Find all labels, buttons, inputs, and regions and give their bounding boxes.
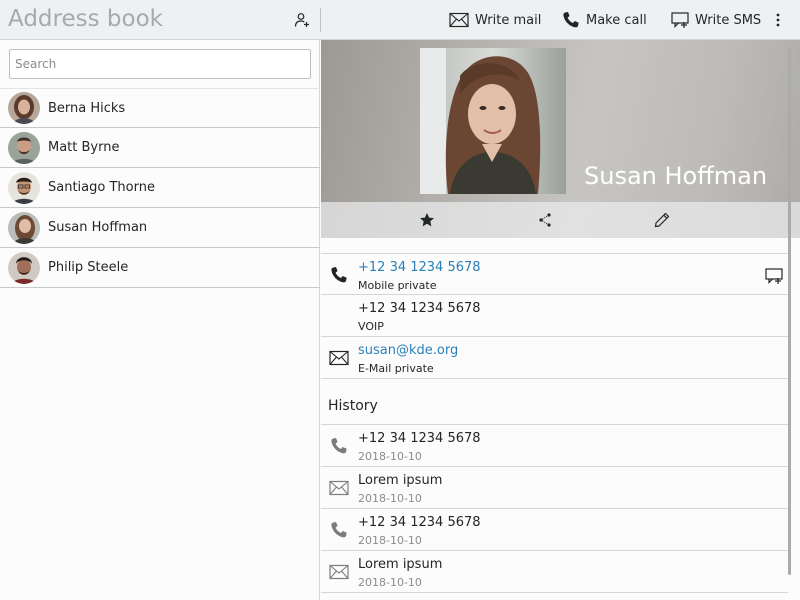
avatar [8, 92, 40, 124]
send-sms-button[interactable] [764, 266, 784, 286]
history-item-call[interactable]: +12 34 1234 5678 2018-10-10 [321, 509, 788, 551]
contact-full-name: Susan Hoffman [584, 162, 768, 190]
history-value: +12 34 1234 5678 [358, 515, 481, 530]
history-date: 2018-10-10 [358, 534, 422, 547]
avatar [8, 251, 40, 284]
overflow-menu-icon [776, 13, 780, 27]
contact-item-matt-byrne[interactable]: Matt Byrne [0, 128, 320, 168]
share-icon [539, 213, 551, 227]
search-input[interactable] [9, 49, 311, 79]
contact-list: Berna Hicks Matt Byrne Santiago Thorne S… [0, 88, 320, 288]
phone-number-link[interactable]: +12 34 1234 5678 [358, 260, 481, 275]
detail-row-email[interactable]: susan@kde.org E-Mail private [321, 337, 788, 379]
write-mail-button[interactable]: Write mail [449, 10, 541, 30]
history-date: 2018-10-10 [358, 576, 422, 589]
mail-icon [329, 478, 349, 498]
mail-icon [449, 12, 469, 28]
history-value: Lorem ipsum [358, 557, 443, 572]
contact-name: Philip Steele [48, 260, 129, 275]
phone-icon [329, 265, 349, 285]
pencil-icon [654, 212, 670, 228]
sms-icon [765, 268, 783, 284]
share-button[interactable] [535, 210, 555, 230]
contact-item-berna-hicks[interactable]: Berna Hicks [0, 88, 320, 128]
favorite-button[interactable] [417, 210, 437, 230]
voip-number: +12 34 1234 5678 [358, 301, 481, 316]
phone-icon [329, 520, 349, 540]
history-item-call[interactable]: +12 34 1234 5678 2018-10-10 [321, 425, 788, 467]
contact-item-santiago-thorne[interactable]: Santiago Thorne [0, 168, 320, 208]
avatar [8, 171, 40, 204]
email-link[interactable]: susan@kde.org [358, 343, 458, 358]
toolbar-separator [320, 8, 321, 32]
mail-icon [329, 348, 349, 368]
history-item-mail[interactable]: Lorem ipsum 2018-10-10 [321, 551, 788, 593]
detail-row-mobile[interactable]: +12 34 1234 5678 Mobile private [321, 253, 788, 295]
contact-details: +12 34 1234 5678 Mobile private +12 34 1… [321, 253, 788, 593]
detail-row-voip[interactable]: +12 34 1234 5678 VOIP [321, 295, 788, 337]
history-value: Lorem ipsum [358, 473, 443, 488]
avatar [8, 131, 40, 164]
contact-photo [420, 48, 566, 194]
phone-icon [563, 12, 579, 28]
contact-detail-pane: Susan Hoffman +12 34 1234 5678 Mobile pr… [321, 40, 800, 600]
detail-label: VOIP [358, 320, 384, 333]
contact-item-susan-hoffman[interactable]: Susan Hoffman [0, 208, 320, 248]
add-person-icon [294, 13, 309, 27]
make-call-label: Make call [586, 12, 647, 28]
contact-name: Santiago Thorne [48, 180, 155, 195]
history-title: History [328, 398, 378, 414]
history-date: 2018-10-10 [358, 492, 422, 505]
more-menu-button[interactable] [772, 10, 784, 30]
star-icon [420, 213, 434, 227]
phone-icon [329, 436, 349, 456]
toolbar: Address book Write mail Make call Write … [0, 0, 800, 40]
sms-icon [671, 12, 689, 28]
write-mail-label: Write mail [475, 12, 542, 28]
contact-item-philip-steele[interactable]: Philip Steele [0, 248, 320, 288]
contact-name: Berna Hicks [48, 100, 126, 116]
detail-label: E-Mail private [358, 362, 434, 375]
history-value: +12 34 1234 5678 [358, 431, 481, 446]
contact-action-bar [321, 202, 800, 238]
detail-scrollbar[interactable] [788, 48, 791, 575]
avatar [8, 211, 40, 244]
write-sms-label: Write SMS [695, 12, 762, 28]
history-date: 2018-10-10 [358, 450, 422, 463]
app-title: Address book [8, 6, 163, 32]
edit-button[interactable] [652, 210, 672, 230]
write-sms-button[interactable]: Write SMS [671, 10, 761, 30]
contact-name: Matt Byrne [48, 140, 120, 155]
contact-name: Susan Hoffman [48, 220, 148, 235]
detail-label: Mobile private [358, 279, 437, 292]
history-item-mail[interactable]: Lorem ipsum 2018-10-10 [321, 467, 788, 509]
add-contact-button[interactable] [292, 10, 312, 30]
mail-icon [329, 562, 349, 582]
contact-list-pane: Berna Hicks Matt Byrne [0, 40, 320, 600]
history-header: History [321, 379, 788, 425]
contact-header: Susan Hoffman [321, 40, 800, 238]
make-call-button[interactable]: Make call [562, 10, 647, 30]
